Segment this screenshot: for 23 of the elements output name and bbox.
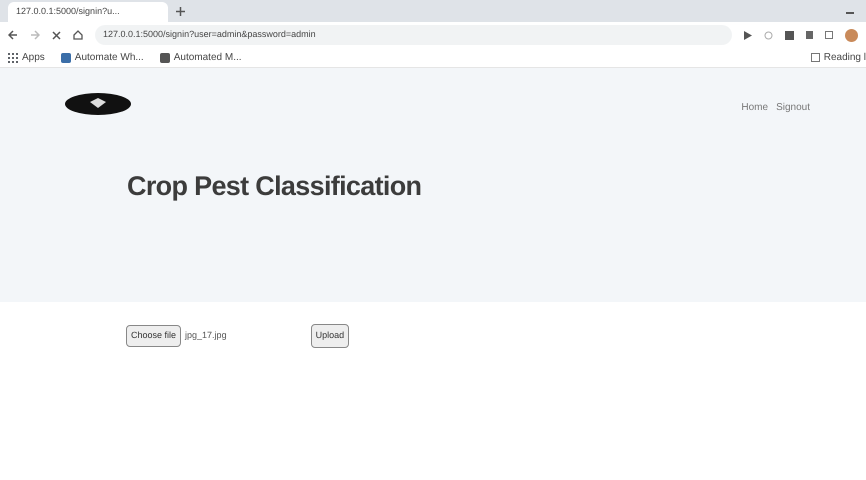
profile-avatar[interactable] [845, 28, 858, 42]
bookmark-item[interactable]: Apps [4, 50, 49, 65]
url-field[interactable]: 127.0.0.1:5000/signin?user=admin&password=admin [95, 25, 732, 45]
bookmark-item[interactable]: Automate Wh... [56, 50, 148, 65]
upload-button[interactable]: Upload [310, 324, 350, 348]
play-icon[interactable] [744, 30, 752, 40]
logo-icon [64, 92, 132, 116]
page-title: Crop Pest Classification [127, 170, 422, 203]
browser-tab[interactable]: 127.0.0.1:5000/signin?u... [8, 2, 168, 22]
nav-link[interactable]: Home [741, 100, 768, 115]
file-name: jpg_17.jpg [185, 329, 227, 342]
reading-list-button[interactable]: Reading l [810, 50, 866, 65]
apps-grid-icon [8, 52, 18, 62]
bookmark-favicon-icon [60, 52, 71, 62]
back-arrow-icon[interactable] [8, 30, 18, 40]
new-tab-plus-icon[interactable] [176, 7, 185, 16]
choose-file-button[interactable]: Choose file [126, 325, 182, 346]
bookmark-item[interactable]: Automated M... [156, 50, 246, 65]
reading-list-icon [810, 53, 820, 62]
bookmark-favicon-icon [160, 52, 170, 62]
close-icon[interactable] [52, 30, 61, 40]
home-icon[interactable] [73, 30, 83, 40]
nav-link[interactable]: Signout [776, 100, 810, 115]
